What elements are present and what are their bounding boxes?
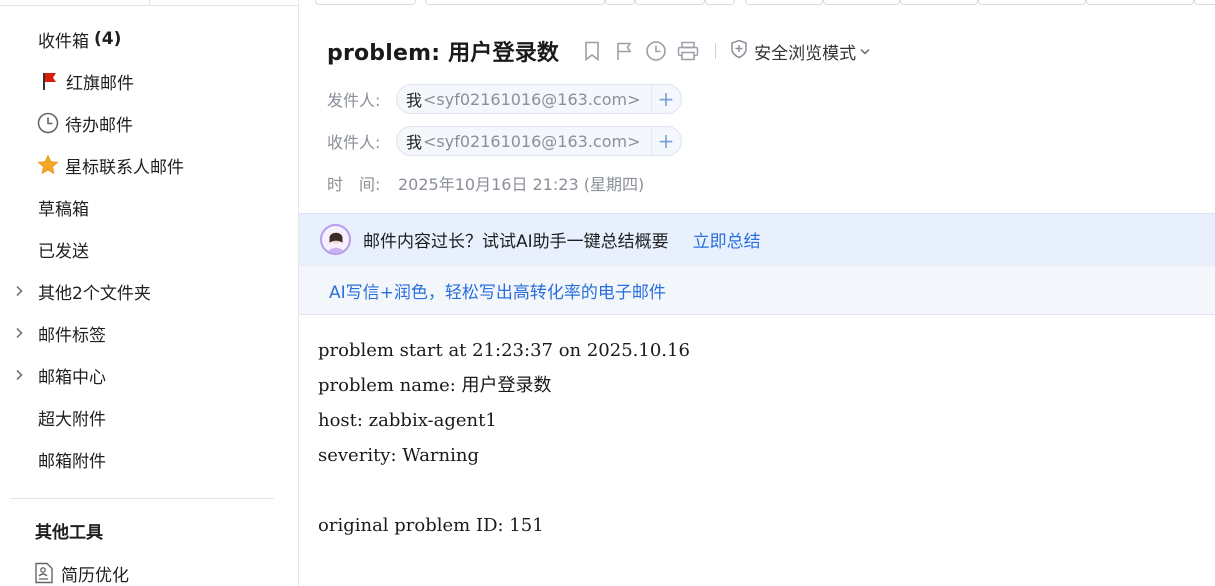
divider (715, 43, 717, 59)
body-line: original problem ID: 151 (318, 515, 544, 536)
sidebar-item-label: 待办邮件 (65, 115, 133, 136)
toolbar-button[interactable] (635, 0, 705, 5)
shield-icon (730, 39, 748, 64)
sidebar-item-label: 其他2个文件夹 (38, 283, 151, 304)
sender-address: <syf02161016@163.com> (423, 89, 641, 109)
body-line: problem name: 用户登录数 (318, 375, 552, 396)
toolbar-button[interactable] (745, 0, 823, 5)
sent-time: 2025年10月16日 21:23 (星期四) (398, 175, 645, 194)
other-tools-heading: 其他工具 (35, 523, 103, 543)
flag-icon[interactable] (613, 40, 635, 62)
sidebar-item-large-attachments[interactable]: 超大附件 (0, 397, 298, 437)
chevron-right-icon[interactable] (12, 326, 26, 340)
sidebar-item-label: 邮箱中心 (38, 367, 106, 388)
ai-write-link[interactable]: AI写信+润色，轻松写出高转化率的电子邮件 (329, 278, 666, 303)
safe-browsing-mode-toggle[interactable]: 安全浏览模式 (730, 39, 870, 64)
sidebar-tab-right[interactable] (150, 0, 299, 6)
star-icon (37, 154, 59, 176)
ai-assistant-avatar (320, 224, 351, 255)
add-contact-button[interactable]: + (650, 127, 681, 155)
ai-summary-bar: 邮件内容过长？试试AI助手一键总结概要 立即总结 (299, 213, 1215, 265)
safe-mode-label: 安全浏览模式 (754, 43, 857, 64)
sidebar-item-label: 超大附件 (38, 409, 106, 430)
sidebar-item-label: 草稿箱 (38, 199, 89, 220)
sidebar-item-label: 邮件标签 (38, 325, 106, 346)
body-line (318, 476, 690, 511)
sidebar-item-label: 红旗邮件 (66, 73, 134, 94)
email-body: problem start at 21:23:37 on 2025.10.16 … (318, 336, 690, 546)
sidebar-item-label: 收件箱 (38, 31, 89, 52)
subject-actions: 安全浏览模式 (581, 39, 870, 64)
add-contact-button[interactable]: + (650, 85, 681, 113)
clock-icon[interactable] (645, 40, 667, 62)
sidebar-top-tabs (0, 0, 299, 6)
sidebar-item-mailbox-center[interactable]: 邮箱中心 (0, 355, 298, 395)
toolbar-button[interactable] (823, 0, 900, 5)
clock-icon (37, 112, 59, 134)
ai-summary-prompt: 邮件内容过长？试试AI助手一键总结概要 (363, 232, 669, 252)
recipient-address: <syf02161016@163.com> (423, 131, 641, 151)
recipient-name[interactable]: 我 <syf02161016@163.com> (397, 127, 651, 155)
sidebar-item-todo[interactable]: 待办邮件 (0, 103, 298, 143)
to-label: 收件人: (327, 133, 381, 152)
ai-write-bar: AI写信+润色，轻松写出高转化率的电子邮件 (299, 265, 1215, 315)
toolbar-button[interactable] (978, 0, 1086, 5)
toolbar-button[interactable] (705, 0, 735, 5)
chevron-right-icon[interactable] (12, 284, 26, 298)
body-line: severity: Warning (318, 445, 479, 466)
sidebar-item-label: 星标联系人邮件 (65, 157, 184, 178)
chevron-right-icon[interactable] (12, 368, 26, 382)
toolbar-button[interactable] (315, 0, 416, 5)
from-label: 发件人: (327, 91, 381, 110)
toolbar-button[interactable] (1086, 0, 1194, 5)
chevron-down-icon (860, 41, 870, 61)
sender-chip[interactable]: 我 <syf02161016@163.com> + (396, 84, 682, 114)
sender-display-name: 我 (406, 91, 423, 110)
sender-name[interactable]: 我 <syf02161016@163.com> (397, 85, 651, 113)
sidebar-item-inbox[interactable]: 收件箱 (4) (0, 19, 298, 59)
sidebar-divider (10, 498, 274, 499)
time-row: 时 间: 2025年10月16日 21:23 (星期四) (327, 168, 644, 198)
print-icon[interactable] (677, 40, 699, 62)
sidebar-item-labels[interactable]: 邮件标签 (0, 313, 298, 353)
body-line: problem start at 21:23:37 on 2025.10.16 (318, 340, 690, 361)
to-row: 收件人: 我 <syf02161016@163.com> + (327, 126, 682, 156)
sidebar-tab-left[interactable] (0, 0, 150, 6)
sidebar-item-drafts[interactable]: 草稿箱 (0, 187, 298, 227)
sidebar: 收件箱 (4) 红旗邮件 待办邮件 星标联系人邮件 草稿箱 已发送 其他2个文件… (0, 0, 299, 586)
bookmark-icon[interactable] (581, 40, 603, 62)
time-label: 时 间: (327, 175, 381, 194)
sidebar-item-starred[interactable]: 星标联系人邮件 (0, 145, 298, 185)
unread-count: (4) (94, 29, 122, 49)
sidebar-item-label: 简历优化 (61, 565, 129, 586)
recipient-chip[interactable]: 我 <syf02161016@163.com> + (396, 126, 682, 156)
recipient-display-name: 我 (406, 133, 423, 152)
email-subject: problem: 用户登录数 (327, 41, 560, 66)
red-flag-icon (38, 70, 60, 92)
sidebar-item-resume-optimize[interactable]: 简历优化 (0, 553, 298, 586)
sidebar-item-other-folders[interactable]: 其他2个文件夹 (0, 271, 298, 311)
toolbar-button[interactable] (900, 0, 978, 5)
subject-row: problem: 用户登录数 安全浏览模式 (327, 34, 870, 68)
summarize-now-link[interactable]: 立即总结 (693, 227, 761, 252)
body-line: host: zabbix-agent1 (318, 410, 497, 431)
email-reader: problem: 用户登录数 安全浏览模式 发件人: 我 <syf0216101… (299, 0, 1215, 586)
from-row: 发件人: 我 <syf02161016@163.com> + (327, 84, 682, 114)
sidebar-item-label: 已发送 (38, 241, 89, 262)
toolbar-button[interactable] (425, 0, 605, 5)
toolbar-button[interactable] (1194, 0, 1215, 5)
sidebar-item-label: 邮箱附件 (38, 451, 106, 472)
sidebar-item-flagged[interactable]: 红旗邮件 (0, 61, 298, 101)
sidebar-item-mailbox-attachments[interactable]: 邮箱附件 (0, 439, 298, 479)
resume-icon (33, 562, 55, 584)
toolbar-button[interactable] (605, 0, 635, 5)
sidebar-item-sent[interactable]: 已发送 (0, 229, 298, 269)
